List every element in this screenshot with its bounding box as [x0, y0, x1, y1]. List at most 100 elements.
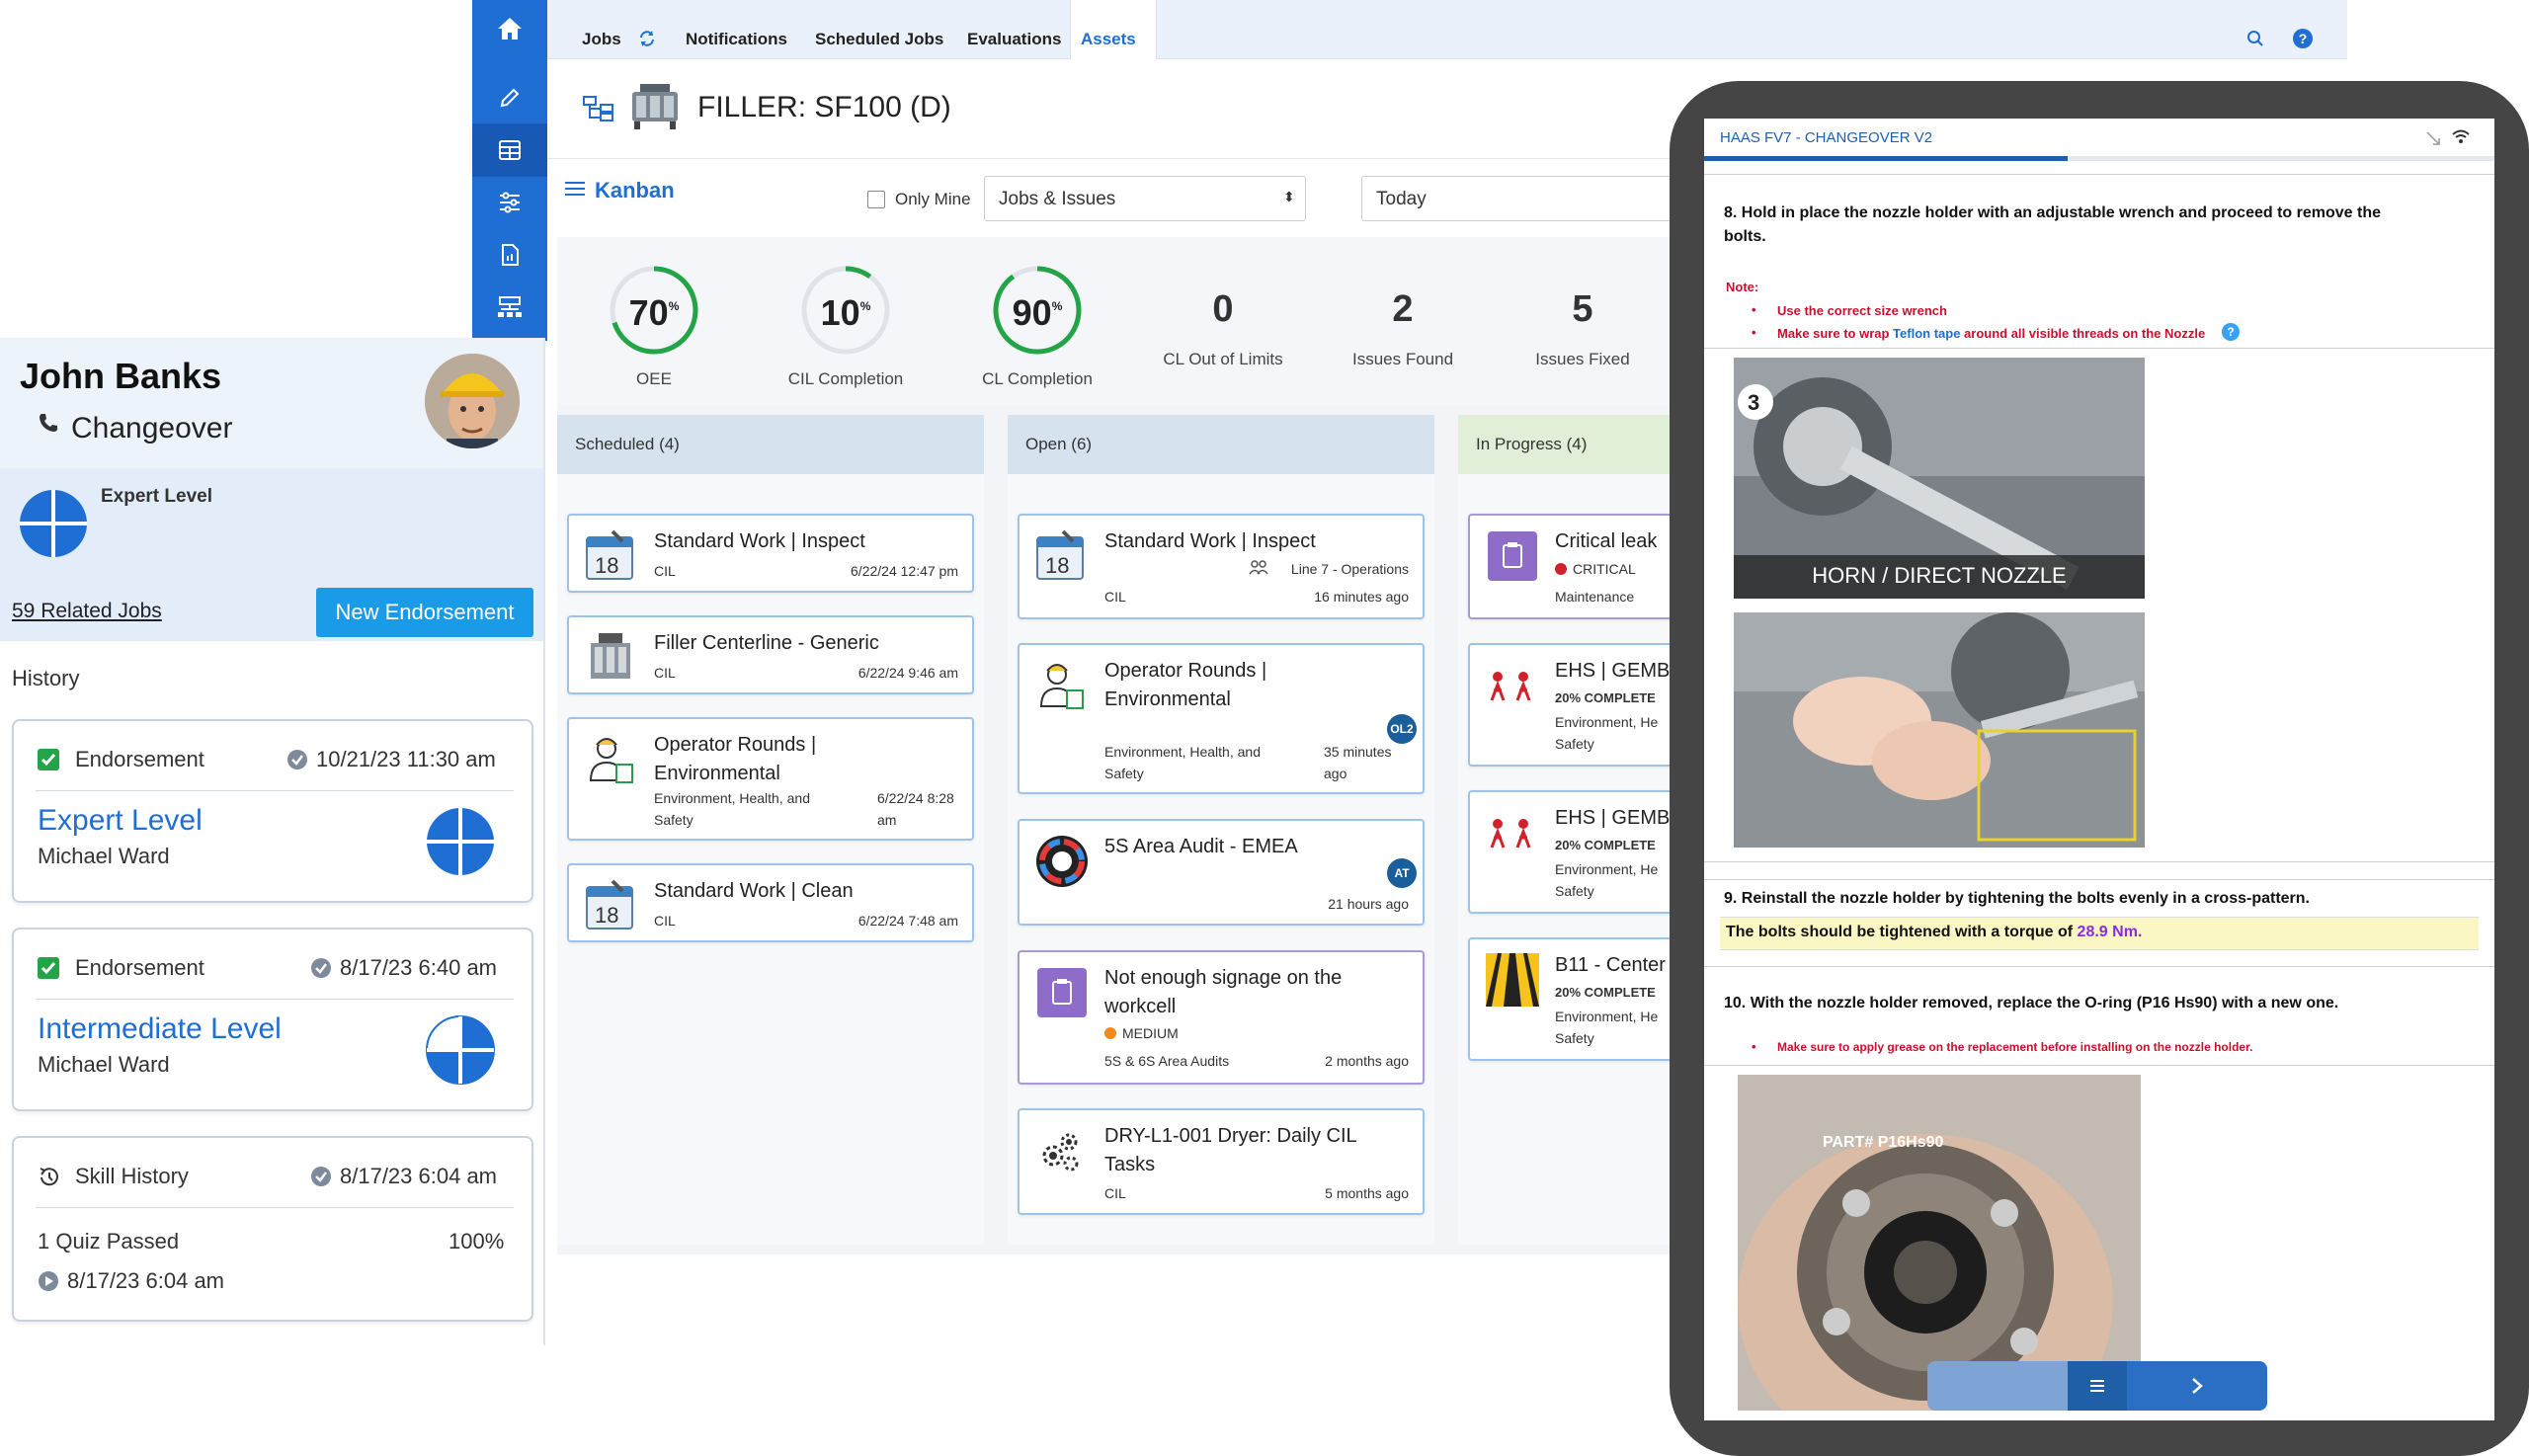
refresh-icon[interactable] — [638, 30, 656, 52]
divider — [1704, 879, 2494, 880]
card-tag: CIL — [1104, 589, 1126, 605]
divider — [36, 790, 514, 791]
phone-icon — [38, 412, 59, 439]
history-card[interactable]: Endorsement 10/21/23 11:30 am Expert Lev… — [12, 719, 533, 903]
svg-text:18: 18 — [595, 553, 618, 578]
history-type: Endorsement — [75, 955, 204, 980]
tab-notifications[interactable]: Notifications — [676, 0, 797, 59]
kanban-card[interactable]: Not enough signage on the workcell MEDIU… — [1018, 950, 1425, 1085]
card-severity: MEDIUM — [1122, 1025, 1179, 1041]
card-tag: CIL — [654, 913, 676, 929]
info-icon[interactable]: ? — [2222, 323, 2240, 341]
check-icon — [38, 749, 59, 770]
card-title-line2: Environmental — [1104, 688, 1231, 710]
tab-evaluations[interactable]: Evaluations — [957, 0, 1071, 59]
list-icon — [2090, 1380, 2104, 1392]
operator-icon — [583, 731, 640, 788]
menu-icon[interactable] — [565, 180, 585, 202]
gemba-icon — [1484, 804, 1541, 861]
org-icon[interactable] — [472, 281, 547, 334]
kanban-card[interactable]: 18 Standard Work | Clean CIL 6/22/24 7:4… — [567, 863, 974, 942]
kanban-label[interactable]: Kanban — [595, 178, 675, 203]
search-icon[interactable] — [2246, 30, 2264, 52]
history-card[interactable]: Skill History 8/17/23 6:04 am 1 Quiz Pas… — [12, 1136, 533, 1322]
tab-assets[interactable]: Assets — [1070, 0, 1157, 60]
hierarchy-icon[interactable] — [583, 96, 614, 126]
step-8-line2: bolts. — [1724, 228, 1766, 245]
pencil-icon[interactable] — [472, 71, 547, 124]
procedure-title: HAAS FV7 - CHANGEOVER V2 — [1720, 129, 1933, 146]
assignee-badge[interactable]: AT — [1387, 858, 1417, 888]
card-tag: CIL — [654, 665, 676, 681]
related-jobs-link[interactable]: 59 Related Jobs — [12, 600, 162, 623]
home-icon[interactable] — [472, 2, 547, 55]
step-list-button[interactable] — [2068, 1361, 2127, 1411]
history-icon — [38, 1166, 61, 1194]
torque-text: The bolts should be tightened with a tor… — [1726, 924, 2143, 940]
report-icon[interactable] — [472, 228, 547, 282]
card-time: 21 hours ago — [1328, 896, 1409, 912]
kanban-card[interactable]: DRY-L1-001 Dryer: Daily CIL Tasks CIL 5 … — [1018, 1108, 1425, 1215]
calendar-wrench-icon: 18 — [583, 527, 640, 585]
avatar — [425, 354, 520, 448]
card-tag: 5S & 6S Area Audits — [1104, 1053, 1230, 1069]
help-icon[interactable]: ? — [2293, 29, 2313, 48]
card-tag-line2: Safety — [1555, 736, 1594, 752]
issue-clipboard-icon — [1484, 527, 1541, 585]
gears-icon — [1033, 1122, 1091, 1179]
next-step-button[interactable] — [2127, 1361, 2267, 1411]
sliders-icon[interactable] — [472, 176, 547, 229]
kanban-card[interactable]: 5S Area Audit - EMEA AT 21 hours ago — [1018, 819, 1425, 926]
history-level[interactable]: Expert Level — [38, 804, 203, 838]
open-header: Open (6) — [1008, 415, 1434, 474]
kanban-card[interactable]: 18 Standard Work | Inspect CIL 6/22/24 1… — [567, 514, 974, 593]
history-level[interactable]: Intermediate Level — [38, 1012, 282, 1046]
note-2: Make sure to wrap Teflon tape around all… — [1777, 326, 2206, 341]
kanban-card[interactable]: Filler Centerline - Generic CIL 6/22/24 … — [567, 615, 974, 694]
note-3: Make sure to apply grease on the replace… — [1777, 1040, 2253, 1054]
verified-icon — [310, 957, 332, 984]
tab-jobs[interactable]: Jobs — [572, 0, 631, 59]
only-mine-checkbox[interactable] — [867, 191, 885, 208]
collapse-icon[interactable] — [2425, 130, 2441, 151]
tab-scheduled-jobs[interactable]: Scheduled Jobs — [805, 0, 953, 59]
kanban-card[interactable]: 18 Standard Work | Inspect Line 7 - Oper… — [1018, 514, 1425, 619]
issue-clipboard-icon — [1033, 964, 1091, 1021]
profile-name: John Banks — [20, 356, 222, 396]
only-mine-label: Only Mine — [895, 190, 971, 208]
new-endorsement-button[interactable]: New Endorsement — [316, 588, 533, 637]
card-location: Line 7 - Operations — [1290, 561, 1409, 577]
filter-select[interactable]: Jobs & Issues ⬍ — [984, 176, 1306, 221]
cl-out-of-limits-label: CL Out of Limits — [1163, 350, 1283, 368]
table-icon[interactable] — [472, 123, 547, 177]
divider — [547, 158, 1673, 159]
note-bullet: • — [1752, 325, 1756, 340]
progress-fill — [1704, 156, 2068, 161]
card-tag-line2: Safety — [1555, 883, 1594, 899]
history-card[interactable]: Endorsement 8/17/23 6:40 am Intermediate… — [12, 928, 533, 1111]
filler-machine-icon — [583, 629, 640, 687]
kanban-card[interactable]: Operator Rounds | Environmental Environm… — [567, 717, 974, 841]
panel-border — [543, 338, 545, 1345]
history-type: Endorsement — [75, 747, 204, 771]
cil-value: 10% — [820, 292, 871, 333]
date-select[interactable]: Today — [1361, 176, 1687, 221]
divider — [1704, 966, 2494, 967]
divider — [36, 999, 514, 1000]
card-time: 6/22/24 9:46 am — [857, 665, 958, 681]
card-time: 16 minutes ago — [1314, 589, 1409, 605]
issues-found-value: 2 — [1392, 288, 1414, 330]
scheduled-header: Scheduled (4) — [557, 415, 984, 474]
card-title-line1: DRY-L1-001 Dryer: Daily CIL — [1104, 1125, 1357, 1147]
card-title: 5S Area Audit - EMEA — [1104, 836, 1298, 857]
assignee-badge[interactable]: OL2 — [1387, 714, 1417, 744]
card-title-line2: workcell — [1104, 996, 1177, 1017]
cl-value: 90% — [1012, 292, 1063, 333]
step-8-line1: 8. Hold in place the nozzle holder with … — [1724, 204, 2382, 221]
profile-level: Expert Level — [101, 486, 212, 507]
card-time-line1: 35 minutes — [1324, 744, 1392, 760]
history-date: 10/21/23 11:30 am — [316, 747, 496, 771]
card-tag-line2: Safety — [654, 812, 693, 828]
verified-icon — [286, 749, 308, 775]
kanban-card[interactable]: Operator Rounds | Environmental OL2 Envi… — [1018, 643, 1425, 794]
